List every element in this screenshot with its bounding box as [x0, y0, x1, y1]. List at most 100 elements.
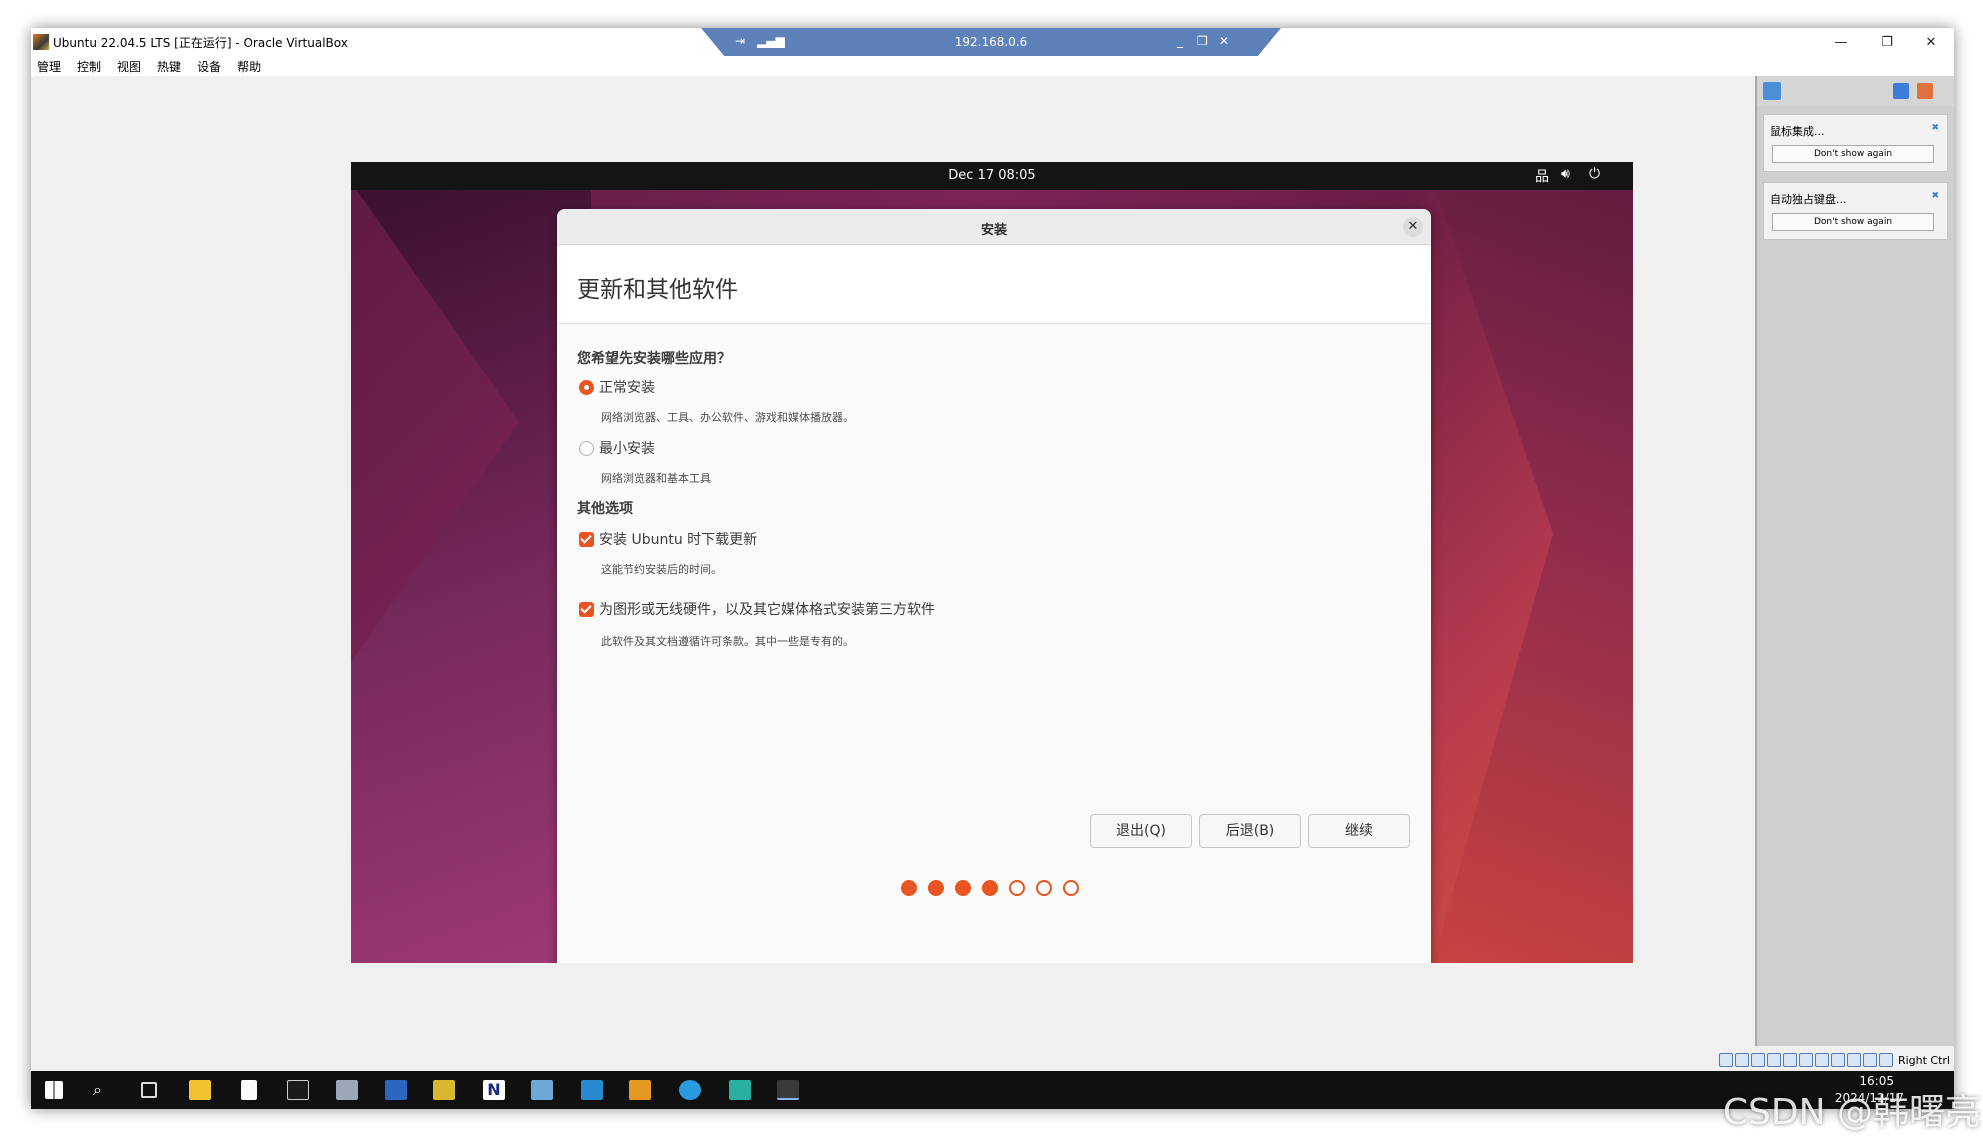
network-icon[interactable]: 品: [1535, 166, 1549, 186]
task-view-icon[interactable]: [141, 1082, 157, 1098]
virtualbox-taskbar-icon[interactable]: [777, 1080, 799, 1100]
vm-display[interactable]: Dec 17 08:05 品 🔊︎ ⏻ 安装 ✕ 更新和其他软件 您希望先安装哪…: [351, 162, 1633, 963]
optical-drive-icon[interactable]: [1734, 1053, 1749, 1067]
snipping-tool-icon[interactable]: [629, 1080, 651, 1100]
notice-title: 鼠标集成...: [1770, 125, 1825, 138]
shared-folder-icon[interactable]: [1798, 1053, 1813, 1067]
wallpaper-shape-left: [351, 182, 591, 963]
gnome-top-bar: Dec 17 08:05 品 🔊︎ ⏻: [351, 162, 1633, 190]
remote-minimize-icon[interactable]: _: [1177, 34, 1183, 48]
edge-icon[interactable]: [679, 1080, 701, 1100]
close-icon[interactable]: ✕: [1908, 28, 1954, 56]
progress-dots: [901, 880, 1090, 896]
network-adapter-icon[interactable]: [1766, 1053, 1781, 1067]
quit-button[interactable]: 退出(Q): [1090, 814, 1192, 848]
menu-item-help[interactable]: 帮助: [237, 58, 261, 75]
dialog-header: 安装 ✕: [557, 209, 1431, 245]
remote-restore-icon[interactable]: ❐: [1197, 34, 1208, 48]
minimize-icon[interactable]: —: [1818, 28, 1864, 56]
check-third-party-label: 为图形或无线硬件，以及其它媒体格式安装第三方软件: [599, 602, 935, 618]
menu-item-hotkey[interactable]: 热键: [157, 58, 181, 75]
progress-dot-empty: [1009, 880, 1025, 896]
window-title: Ubuntu 22.04.5 LTS [正在运行] - Oracle Virtu…: [53, 35, 348, 50]
dont-show-again-button[interactable]: Don't show again: [1772, 145, 1934, 163]
remote-connection-bar: ⇥ ▂▄▆ 192.168.0.6 _ ❐ ✕: [701, 28, 1281, 56]
notice-close-icon[interactable]: ✖: [1931, 123, 1939, 133]
back-button[interactable]: 后退(B): [1199, 814, 1301, 848]
pin-sidebar-icon[interactable]: [1893, 83, 1909, 99]
progress-dot-empty: [1036, 880, 1052, 896]
remote-ip: 192.168.0.6: [954, 35, 1028, 49]
menu-bar: 管理 控制 视图 热键 设备 帮助: [31, 56, 1954, 76]
notepad-icon[interactable]: [241, 1080, 257, 1100]
check-download-updates-label: 安装 Ubuntu 时下载更新: [599, 532, 758, 548]
radio-normal-install[interactable]: [579, 379, 594, 395]
check-third-party-desc: 此软件及其文档遵循许可条款。其中一些是专有的。: [601, 635, 854, 648]
visual-studio-icon[interactable]: [729, 1080, 751, 1100]
start-icon[interactable]: [45, 1081, 63, 1099]
notepad-plus-icon[interactable]: N: [483, 1080, 505, 1100]
progress-dot-empty: [1063, 880, 1079, 896]
control-panel-icon[interactable]: [581, 1080, 603, 1100]
dialog-close-icon[interactable]: ✕: [1403, 217, 1423, 237]
check-third-party[interactable]: 为图形或无线硬件，以及其它媒体格式安装第三方软件: [579, 599, 935, 619]
audio-icon[interactable]: [1750, 1053, 1765, 1067]
option-minimal-desc: 网络浏览器和基本工具: [601, 472, 711, 485]
hard-disk-icon[interactable]: [1718, 1053, 1733, 1067]
progress-dot-filled: [982, 880, 998, 896]
search-icon[interactable]: ⌕: [93, 1080, 115, 1100]
option-minimal-install[interactable]: 最小安装: [579, 438, 655, 458]
radio-minimal-install[interactable]: [579, 440, 594, 456]
notification-toggle-icon[interactable]: [1763, 82, 1781, 100]
paint-icon[interactable]: [433, 1080, 455, 1100]
checkbox-download-updates[interactable]: [579, 531, 594, 547]
option-normal-install[interactable]: 正常安装: [579, 377, 655, 397]
notice-close-icon[interactable]: ✖: [1931, 191, 1939, 201]
option-minimal-label: 最小安装: [599, 441, 655, 457]
recording-icon[interactable]: [1830, 1053, 1845, 1067]
continue-button[interactable]: 继续: [1308, 814, 1410, 848]
option-normal-label: 正常安装: [599, 380, 655, 396]
csdn-watermark: CSDN @韩曙亮: [1722, 1092, 1981, 1133]
notification-center-toolbar: [1757, 76, 1954, 106]
vm-status-bar: Right Ctrl: [1691, 1050, 1954, 1070]
host-key-label: Right Ctrl: [1897, 1053, 1950, 1067]
cpu-icon[interactable]: [1846, 1053, 1861, 1067]
dialog-title: 安装: [980, 223, 1007, 238]
terminal-icon[interactable]: [287, 1080, 309, 1100]
mouse-integration-icon[interactable]: [1862, 1053, 1877, 1067]
dont-show-again-button[interactable]: Don't show again: [1772, 213, 1934, 231]
virtualbox-icon: [33, 34, 49, 50]
windows-taskbar: ⌕ N 16:05 2024/12/17: [31, 1071, 1954, 1109]
display-icon[interactable]: [1814, 1053, 1829, 1067]
remote-desktop-icon[interactable]: [385, 1080, 407, 1100]
restore-icon[interactable]: ❐: [1864, 28, 1910, 56]
other-options-heading: 其他选项: [577, 501, 633, 517]
notice-mouse-integration: 鼠标集成... ✖ Don't show again: [1763, 114, 1948, 172]
option-normal-desc: 网络浏览器、工具、办公软件、游戏和媒体播放器。: [601, 411, 854, 424]
usb-icon[interactable]: [1782, 1053, 1797, 1067]
installer-dialog: 安装 ✕ 更新和其他软件 您希望先安装哪些应用？ 正常安装 网络浏览器、工具、办…: [557, 209, 1431, 963]
menu-item-devices[interactable]: 设备: [197, 58, 221, 75]
install-question: 您希望先安装哪些应用？: [577, 351, 731, 367]
menu-item-manage[interactable]: 管理: [37, 58, 61, 75]
volume-icon[interactable]: 🔊︎: [1561, 166, 1570, 182]
notification-center: 鼠标集成... ✖ Don't show again 自动独占键盘... ✖ D…: [1755, 76, 1954, 1046]
checkbox-third-party[interactable]: [579, 601, 594, 617]
menu-item-control[interactable]: 控制: [77, 58, 101, 75]
printer-icon[interactable]: [336, 1080, 358, 1100]
gnome-clock[interactable]: Dec 17 08:05: [351, 168, 1633, 183]
clear-notifications-icon[interactable]: [1917, 83, 1933, 99]
notice-title: 自动独占键盘...: [1770, 193, 1847, 206]
wireless-icon[interactable]: [531, 1080, 553, 1100]
check-download-updates[interactable]: 安装 Ubuntu 时下载更新: [579, 529, 757, 549]
virtualbox-window: Ubuntu 22.04.5 LTS [正在运行] - Oracle Virtu…: [31, 28, 1954, 1109]
check-download-updates-desc: 这能节约安装后的时间。: [601, 563, 722, 576]
file-explorer-icon[interactable]: [189, 1080, 211, 1100]
remote-close-icon[interactable]: ✕: [1219, 34, 1229, 48]
progress-dot-filled: [928, 880, 944, 896]
power-icon[interactable]: ⏻: [1589, 166, 1600, 182]
menu-item-view[interactable]: 视图: [117, 58, 141, 75]
keyboard-icon[interactable]: [1878, 1053, 1893, 1067]
wallpaper-shape-right: [1433, 182, 1633, 963]
